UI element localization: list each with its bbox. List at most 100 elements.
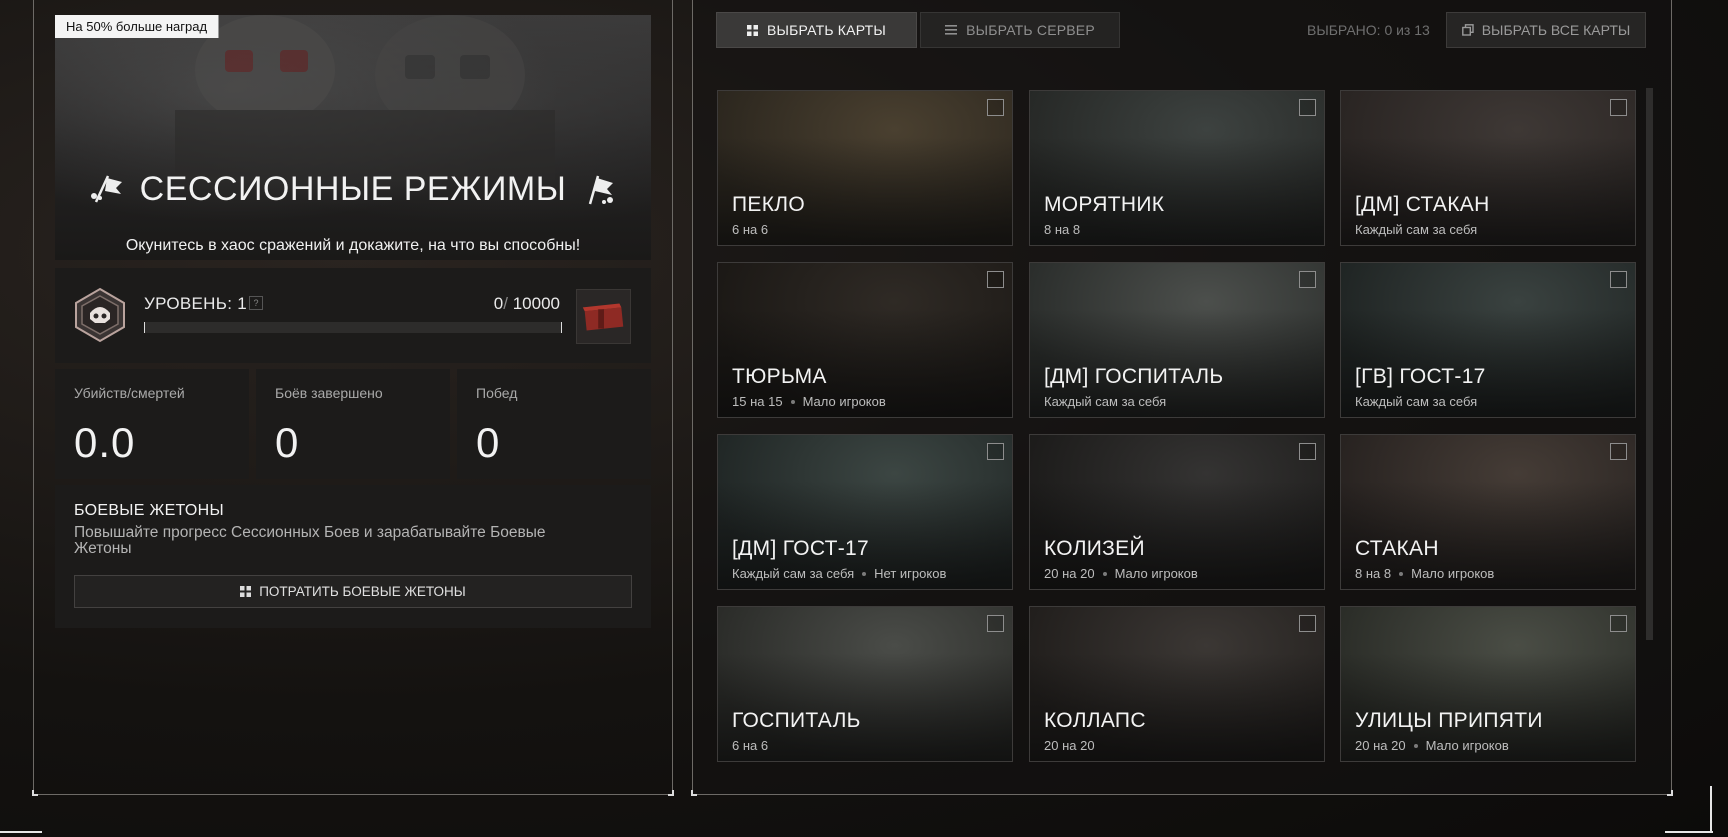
selected-count: ВЫБРАНО: 0 из 13 — [1307, 22, 1430, 38]
map-checkbox[interactable] — [1299, 443, 1316, 460]
map-meta: 6 на 6 — [732, 222, 768, 237]
map-card[interactable]: ГОСПИТАЛЬ 6 на 6 — [717, 606, 1013, 762]
map-meta: Каждый сам за себя — [1355, 394, 1477, 409]
map-meta: 15 на 15 Мало игроков — [732, 394, 886, 409]
map-mode: 20 на 20 — [1044, 566, 1095, 581]
tab-select-maps[interactable]: ВЫБРАТЬ КАРТЫ — [716, 12, 917, 48]
map-checkbox[interactable] — [1610, 271, 1627, 288]
bottom-edge-line — [0, 831, 42, 833]
stat-value: 0 — [476, 419, 501, 466]
map-checkbox[interactable] — [1610, 99, 1627, 116]
select-all-label: ВЫБРАТЬ ВСЕ КАРТЫ — [1481, 22, 1631, 38]
map-checkbox[interactable] — [1299, 99, 1316, 116]
map-card[interactable]: СТАКАН 8 на 8 Мало игроков — [1340, 434, 1636, 590]
stat-value: 0 — [275, 419, 300, 466]
map-player-note: Мало игроков — [802, 394, 886, 409]
hero-title-row: СЕССИОННЫЕ РЕЖИМЫ — [55, 170, 651, 209]
frame-corner — [32, 790, 38, 796]
frame-corner — [691, 790, 697, 796]
map-name: [ДМ] СТАКАН — [1355, 193, 1490, 216]
xp-current: 0 — [493, 294, 504, 313]
xp-max: 10000 — [512, 294, 560, 313]
map-checkbox[interactable] — [987, 443, 1004, 460]
map-checkbox[interactable] — [1610, 615, 1627, 632]
spend-tokens-button[interactable]: ПОТРАТИТЬ БОЕВЫЕ ЖЕТОНЫ — [74, 575, 632, 608]
xp-progress-bar — [144, 322, 562, 333]
tab-label: ВЫБРАТЬ КАРТЫ — [767, 22, 886, 38]
map-mode: 15 на 15 — [732, 394, 783, 409]
map-card[interactable]: КОЛИЗЕЙ 20 на 20 Мало игроков — [1029, 434, 1325, 590]
stat-kd: Убийств/смертей 0.0 — [55, 369, 249, 479]
hero-subtitle: Окунитесь в хаос сражений и докажите, на… — [125, 237, 581, 254]
map-name: ГОСПИТАЛЬ — [732, 709, 861, 732]
soldiers-artwork — [175, 15, 555, 180]
map-card[interactable]: ТЮРЬМА 15 на 15 Мало игроков — [717, 262, 1013, 418]
page-title: СЕССИОННЫЕ РЕЖИМЫ — [139, 170, 567, 208]
map-checkbox[interactable] — [1299, 615, 1316, 632]
map-meta: Каждый сам за себя — [1044, 394, 1166, 409]
separator-dot — [790, 399, 795, 404]
level-label: УРОВЕНЬ: 1 — [144, 294, 247, 313]
tokens-title: БОЕВЫЕ ЖЕТОНЫ — [74, 502, 224, 519]
xp-counter: 0/ 10000 — [494, 294, 560, 314]
map-meta: 20 на 20 Мало игроков — [1355, 738, 1509, 753]
tab-select-server[interactable]: ВЫБРАТЬ СЕРВЕР — [920, 12, 1120, 48]
level-panel: УРОВЕНЬ: 1 ? 0/ 10000 — [55, 268, 651, 363]
battle-tokens-panel: БОЕВЫЕ ЖЕТОНЫ Повышайте прогресс Сессион… — [55, 485, 651, 628]
map-checkbox[interactable] — [987, 615, 1004, 632]
select-all-maps-button[interactable]: ВЫБРАТЬ ВСЕ КАРТЫ — [1446, 12, 1646, 48]
map-mode: Каждый сам за себя — [1355, 394, 1478, 409]
map-player-note: Нет игроков — [874, 566, 947, 581]
separator-dot — [1399, 571, 1404, 576]
map-name: [ДМ] ГОСПИТАЛЬ — [1044, 365, 1224, 388]
map-mode: 6 на 6 — [732, 738, 769, 753]
map-mode: Каждый сам за себя — [1044, 394, 1167, 409]
bonus-badge: На 50% больше наград — [55, 15, 220, 38]
frame-corner — [1667, 790, 1673, 796]
map-name: ПЕКЛО — [732, 193, 805, 216]
frame-corner — [668, 790, 674, 796]
map-name: УЛИЦЫ ПРИПЯТИ — [1355, 709, 1543, 732]
map-checkbox[interactable] — [987, 271, 1004, 288]
map-mode: 8 на 8 — [1044, 222, 1081, 237]
stat-value: 0.0 — [74, 419, 136, 466]
reward-preview[interactable] — [576, 289, 631, 344]
bottom-edge-line — [1665, 831, 1713, 833]
map-name: МОРЯТНИК — [1044, 193, 1165, 216]
map-card[interactable]: [ДМ] ГОСТ-17 Каждый сам за себя Нет игроко… — [717, 434, 1013, 590]
map-card[interactable]: КОЛЛАПС 20 на 20 — [1029, 606, 1325, 762]
map-checkbox[interactable] — [987, 99, 1004, 116]
tokens-description: Повышайте прогресс Сессионных Боев и зар… — [74, 524, 546, 557]
stat-label: Убийств/смертей — [74, 385, 185, 401]
map-checkbox[interactable] — [1299, 271, 1316, 288]
list-icon — [945, 25, 958, 35]
map-meta: Каждый сам за себя — [1355, 222, 1477, 237]
map-meta: 8 на 8 — [1044, 222, 1080, 237]
tab-label: ВЫБРАТЬ СЕРВЕР — [966, 22, 1095, 38]
separator-dot — [1413, 743, 1418, 748]
map-card[interactable]: [ГВ] ГОСТ-17 Каждый сам за себя — [1340, 262, 1636, 418]
map-meta: 20 на 20 — [1044, 738, 1095, 753]
map-player-note: Мало игроков — [1114, 566, 1198, 581]
map-meta: 20 на 20 Мало игроков — [1044, 566, 1198, 581]
map-mode: Каждый сам за себя — [732, 566, 855, 581]
separator-dot — [1102, 571, 1107, 576]
stat-label: Побед — [476, 385, 518, 401]
map-name: КОЛЛАПС — [1044, 709, 1146, 732]
map-mode: 20 на 20 — [1355, 738, 1406, 753]
map-mode: 8 на 8 — [1355, 566, 1392, 581]
map-name: КОЛИЗЕЙ — [1044, 537, 1145, 560]
map-card[interactable]: [ДМ] СТАКАН Каждый сам за себя — [1340, 90, 1636, 246]
map-card[interactable]: МОРЯТНИК 8 на 8 — [1029, 90, 1325, 246]
map-card[interactable]: ПЕКЛО 6 на 6 — [717, 90, 1013, 246]
map-card[interactable]: УЛИЦЫ ПРИПЯТИ 20 на 20 Мало игроков — [1340, 606, 1636, 762]
help-icon[interactable]: ? — [249, 296, 263, 310]
flag-icon — [90, 174, 122, 203]
map-card[interactable]: [ДМ] ГОСПИТАЛЬ Каждый сам за себя — [1029, 262, 1325, 418]
xp-separator: / — [503, 294, 508, 313]
map-mode: 6 на 6 — [732, 222, 769, 237]
map-checkbox[interactable] — [1610, 443, 1627, 460]
copy-icon — [1461, 24, 1474, 36]
map-player-note: Мало игроков — [1425, 738, 1509, 753]
map-list-scrollbar[interactable] — [1646, 88, 1653, 640]
